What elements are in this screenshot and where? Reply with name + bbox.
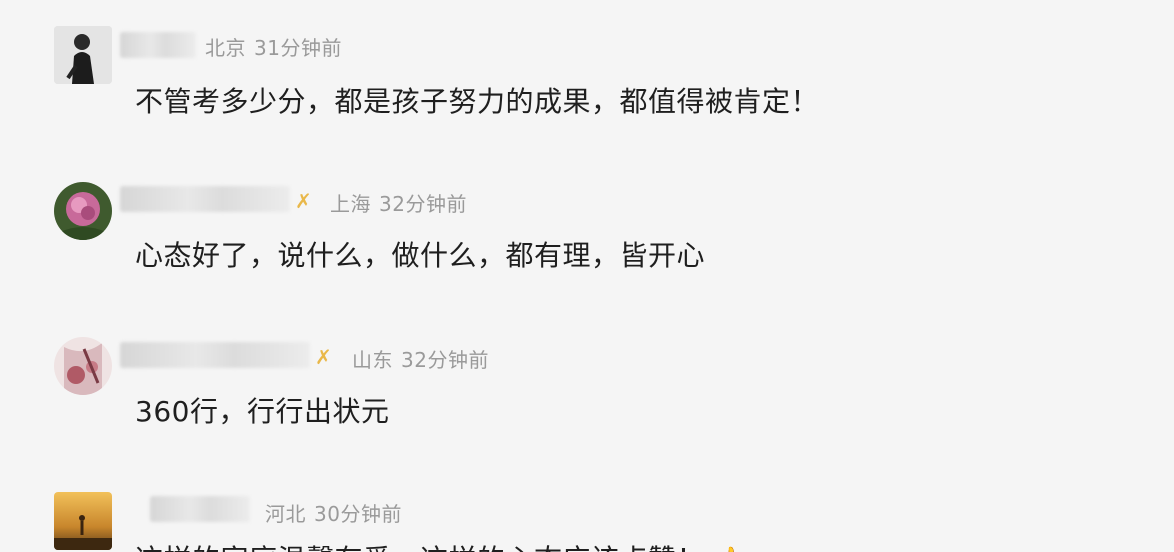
- username-blurred[interactable]: [120, 186, 290, 212]
- comment-meta: 北京 31分钟前: [205, 32, 350, 61]
- comment-text: 不管考多少分，都是孩子努力的成果，都值得被肯定！: [135, 85, 820, 118]
- avatar[interactable]: [54, 492, 112, 550]
- avatar[interactable]: [54, 182, 112, 240]
- comment-meta: 河北 30分钟前: [265, 498, 410, 527]
- avatar-image: [54, 182, 112, 240]
- comment-location: 北京: [205, 36, 246, 60]
- comment-meta: 山东 32分钟前: [352, 344, 497, 373]
- comment-time: 31分钟前: [254, 36, 342, 60]
- comment-time: 30分钟前: [314, 502, 402, 526]
- comment-text: 这样的家庭温馨有爱，这样的心态应该点赞！ 👍: [135, 538, 746, 552]
- comment-time: 32分钟前: [401, 348, 489, 372]
- comment-location: 山东: [352, 348, 393, 372]
- avatar-image: [54, 492, 112, 550]
- avatar[interactable]: [54, 26, 112, 84]
- comment-location: 河北: [265, 502, 306, 526]
- avatar-image: [54, 337, 112, 395]
- avatar[interactable]: [54, 337, 112, 395]
- comment-time: 32分钟前: [379, 192, 467, 216]
- comment-text-content: 这样的家庭温馨有爱，这样的心态应该点赞！: [135, 543, 705, 552]
- comment-text: 心态好了，说什么，做什么，都有理，皆开心: [135, 239, 706, 272]
- comment-text: 360行，行行出状元: [135, 395, 390, 428]
- avatar-image: [54, 26, 112, 84]
- comment-meta: 上海 32分钟前: [330, 188, 475, 217]
- username-blurred[interactable]: [120, 32, 196, 58]
- comment-location: 上海: [330, 192, 371, 216]
- vip-badge-icon: ✗: [315, 345, 332, 369]
- username-blurred[interactable]: [150, 496, 250, 522]
- username-blurred[interactable]: [120, 342, 310, 368]
- thumbs-up-emoji-icon: 👍: [713, 546, 746, 552]
- vip-badge-icon: ✗: [295, 189, 312, 213]
